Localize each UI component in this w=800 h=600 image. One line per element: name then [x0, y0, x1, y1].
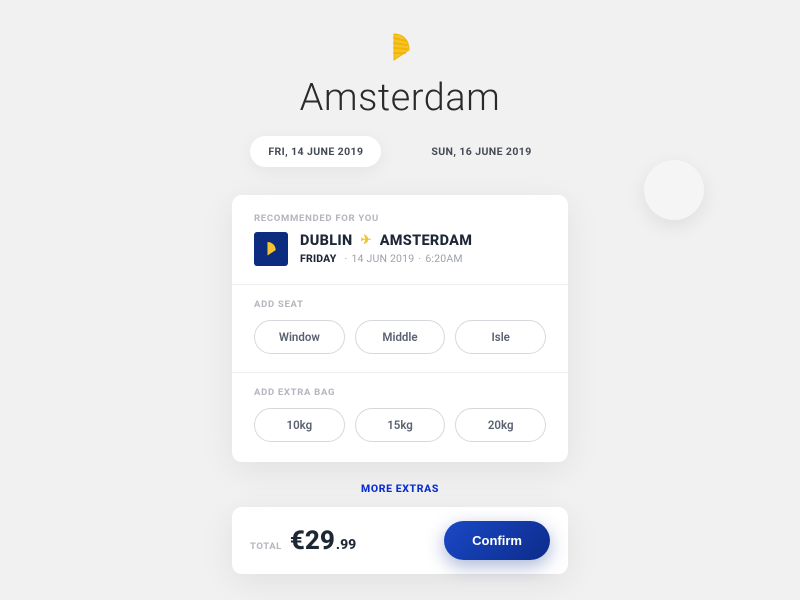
flight-card: RECOMMENDED FOR YOU DUBLIN ✈ AMSTERDAM F…	[232, 195, 568, 462]
more-extras-link[interactable]: MORE EXTRAS	[361, 482, 439, 495]
seat-option-isle[interactable]: Isle	[455, 320, 546, 354]
flight-meta: FRIDAY·14 JUN 2019·6:20AM	[300, 252, 472, 265]
date-pill-depart[interactable]: FRI, 14 JUNE 2019	[250, 136, 381, 167]
bag-option-10kg[interactable]: 10kg	[254, 408, 345, 442]
flight-date: 14 JUN 2019	[351, 252, 414, 265]
price-major: 29	[305, 526, 335, 556]
bag-option-20kg[interactable]: 20kg	[455, 408, 546, 442]
avatar[interactable]	[644, 160, 704, 220]
route-destination: AMSTERDAM	[380, 232, 473, 249]
destination-title: Amsterdam	[300, 76, 501, 120]
bag-option-15kg[interactable]: 15kg	[355, 408, 446, 442]
recommended-label: RECOMMENDED FOR YOU	[254, 213, 546, 224]
flight-time: 6:20AM	[425, 252, 462, 265]
route: DUBLIN ✈ AMSTERDAM	[300, 232, 472, 249]
seat-option-middle[interactable]: Middle	[355, 320, 446, 354]
price-minor: .99	[336, 537, 356, 553]
plane-icon: ✈	[361, 233, 372, 248]
price-currency: €	[290, 526, 305, 556]
divider	[232, 372, 568, 373]
total-label: TOTAL	[250, 541, 282, 552]
add-bag-label: ADD EXTRA BAG	[254, 387, 546, 398]
total-price: €29.99	[290, 526, 356, 556]
date-selector: FRI, 14 JUNE 2019 SUN, 16 JUNE 2019	[250, 136, 549, 167]
airline-badge-icon	[254, 232, 288, 266]
date-pill-return[interactable]: SUN, 16 JUNE 2019	[413, 136, 549, 167]
total-bar: TOTAL €29.99 Confirm	[232, 507, 568, 574]
add-seat-label: ADD SEAT	[254, 299, 546, 310]
airline-harp-logo	[383, 30, 417, 68]
divider	[232, 284, 568, 285]
seat-option-window[interactable]: Window	[254, 320, 345, 354]
route-origin: DUBLIN	[300, 232, 353, 249]
confirm-button[interactable]: Confirm	[444, 521, 550, 560]
flight-day: FRIDAY	[300, 252, 337, 265]
